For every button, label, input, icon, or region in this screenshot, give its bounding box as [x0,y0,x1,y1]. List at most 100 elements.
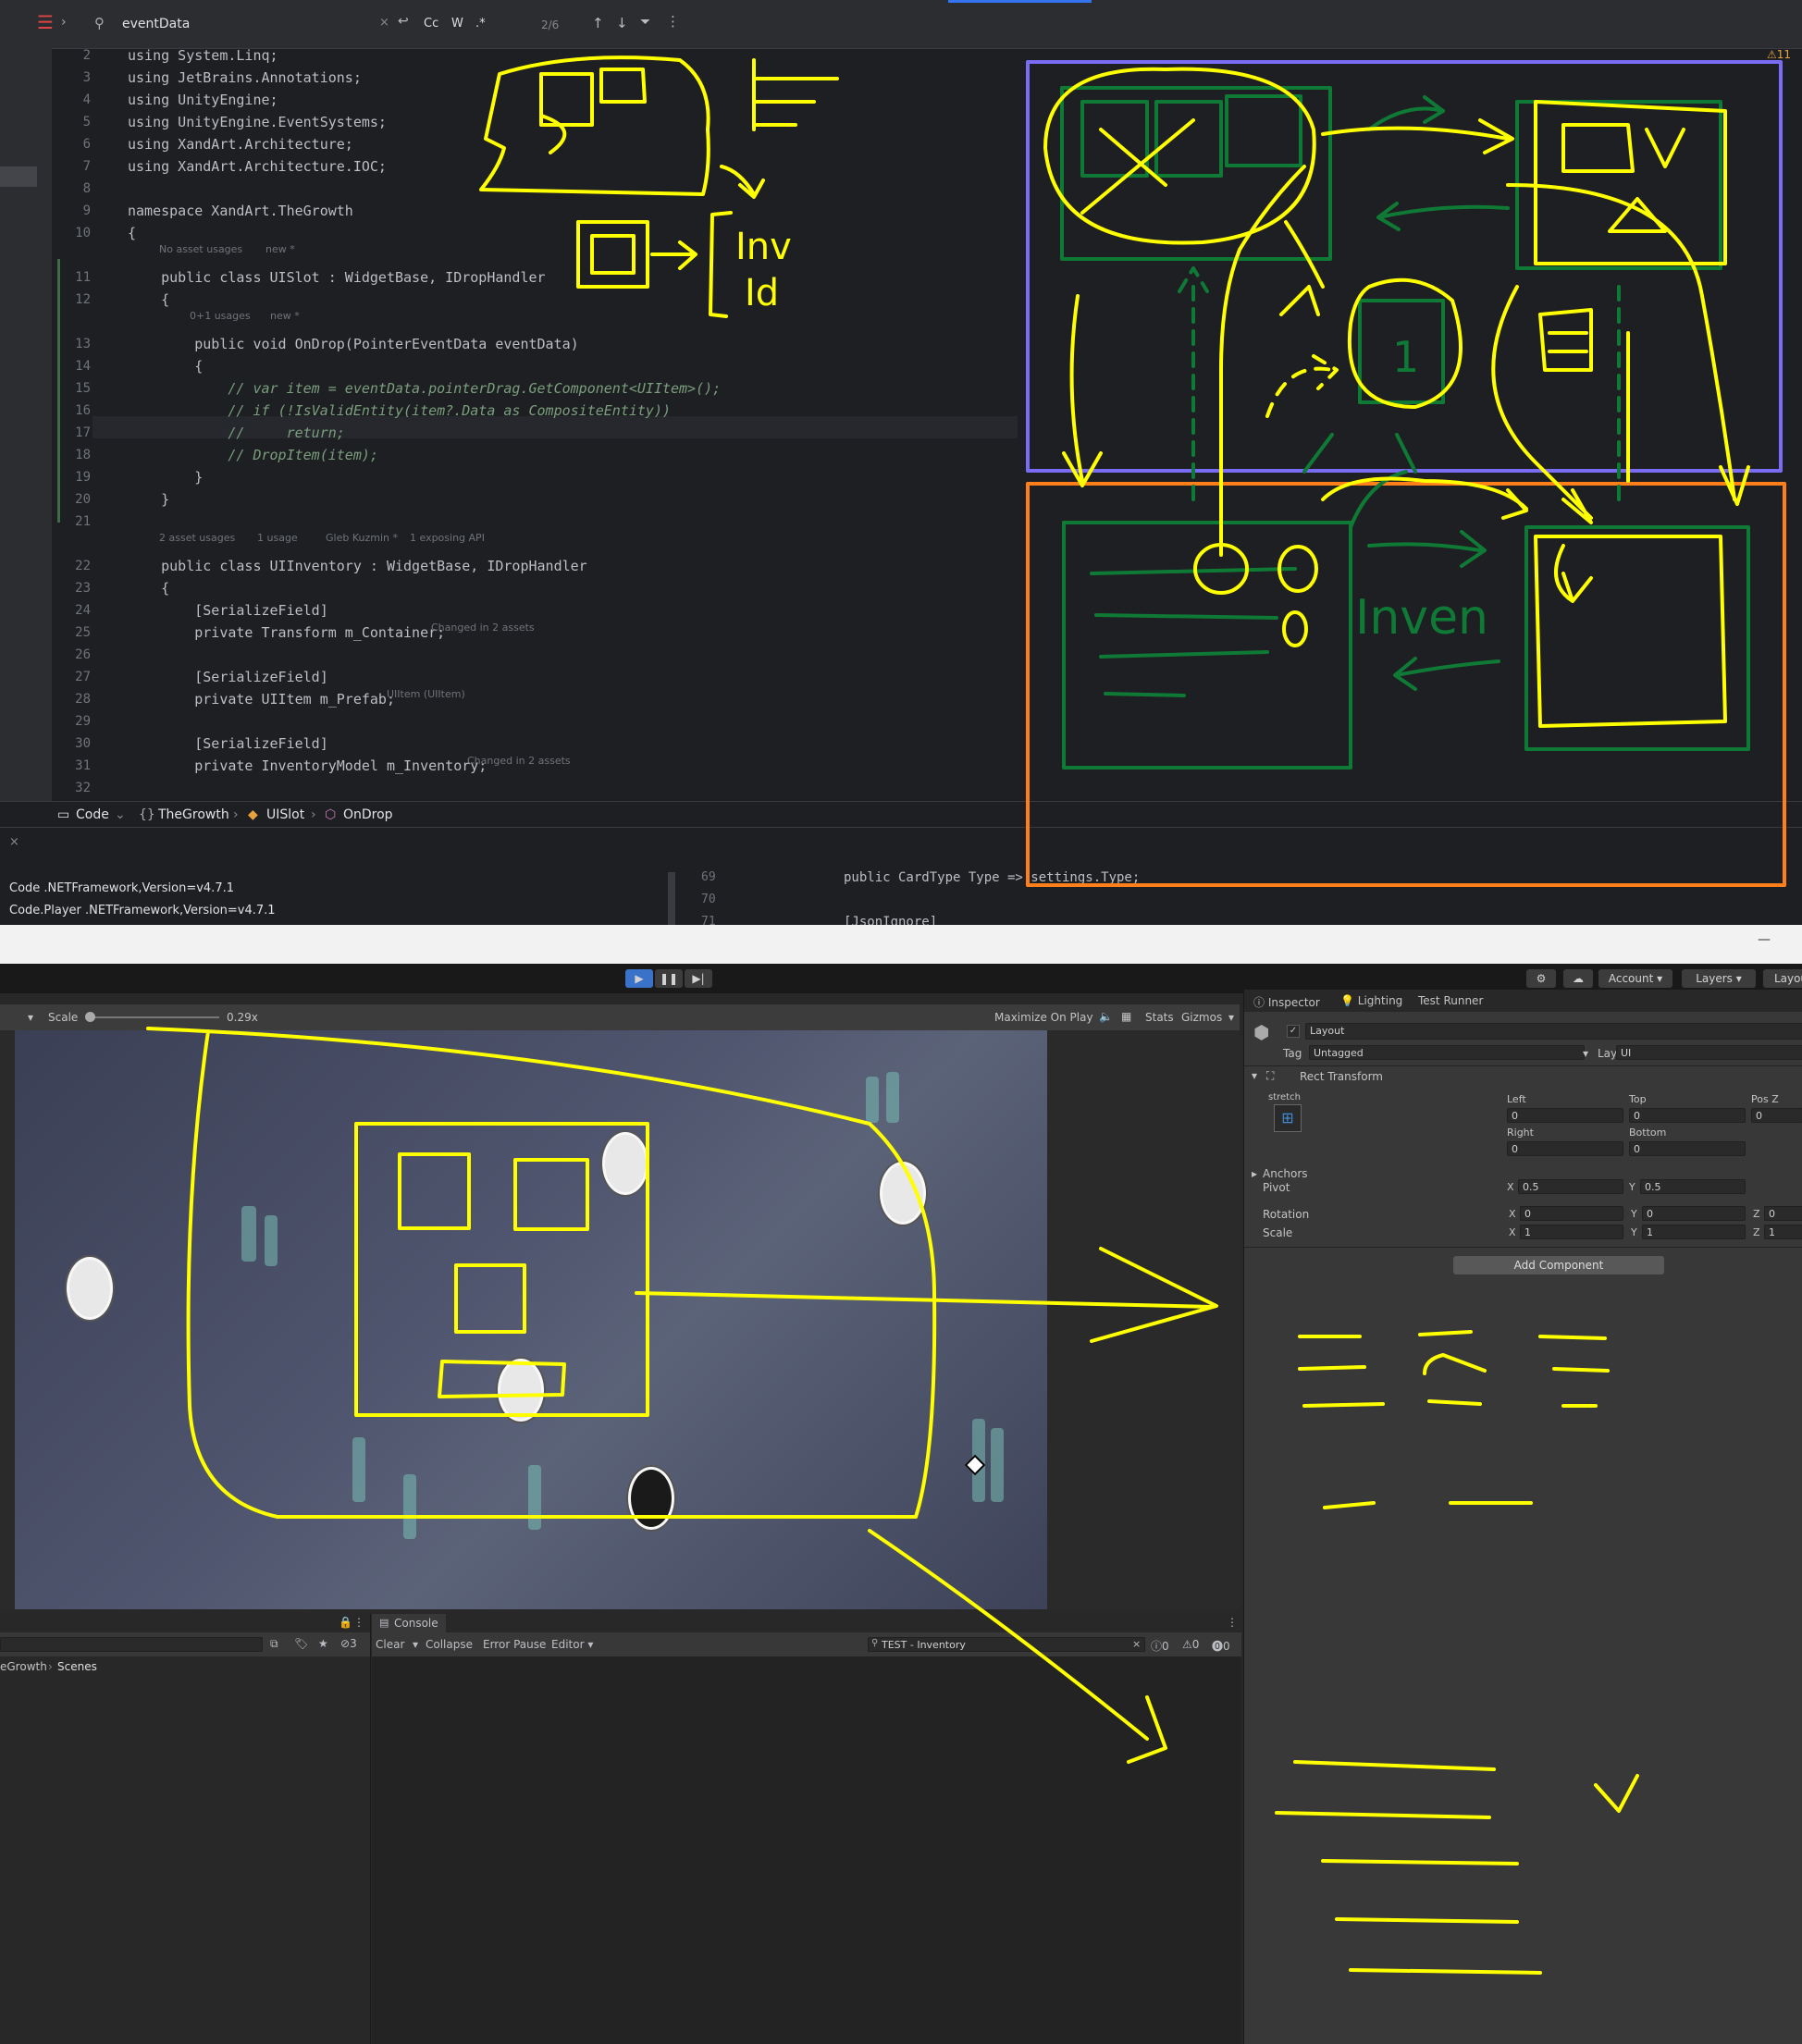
changed-assets-hint[interactable]: Changed in 2 assets [467,755,571,767]
author-hint[interactable]: Gleb Kuzmin * [326,532,398,544]
pivot-x-field[interactable]: 0.5 [1518,1179,1623,1194]
asset-usages-hint[interactable]: 2 asset usages [159,532,235,544]
code-line[interactable]: // if (!IsValidEntity(item?.Data as Comp… [128,402,671,419]
chevron-right-icon[interactable]: ▸ [1252,1167,1257,1180]
rotation-x-field[interactable]: 0 [1520,1206,1623,1221]
layer-dropdown[interactable]: UI [1616,1045,1802,1060]
project-item[interactable]: Code.Player .NETFramework,Version=v4.7.1 [9,904,276,917]
anchor-presets-button[interactable]: ⊞ [1274,1104,1302,1132]
code-line[interactable]: // var item = eventData.pointerDrag.GetC… [128,380,721,397]
undo-icon[interactable]: ↩ [398,14,409,29]
minimize-icon[interactable]: — [1758,932,1771,947]
usages-hint[interactable]: 1 usage [257,532,298,544]
step-button[interactable]: ▶| [685,969,712,988]
layout-dropdown[interactable]: Layou [1763,969,1802,988]
code-line[interactable]: // return; [128,425,344,441]
account-dropdown[interactable]: Account ▾ [1598,969,1672,988]
clear-search-icon[interactable]: × [379,16,389,30]
grid-icon[interactable]: ▦ [1121,1010,1131,1023]
character-portrait[interactable] [498,1359,544,1422]
code-line[interactable]: public class UISlot : WidgetBase, IDropH… [128,269,545,286]
lock-icon[interactable]: 🔒 [339,1616,352,1629]
find-input[interactable] [120,12,374,36]
right-field[interactable]: 0 [1507,1141,1623,1156]
scale-slider[interactable] [85,1012,219,1022]
changed-assets-hint[interactable]: Changed in 2 assets [431,622,535,634]
code-line[interactable]: using UnityEngine.EventSystems; [128,114,387,130]
code-line[interactable]: { [128,225,136,241]
menu-icon[interactable]: ☰ [37,11,54,33]
author-hint[interactable]: new * [265,243,295,255]
author-hint[interactable]: new * [270,310,300,322]
tab-inspector[interactable]: ⓘ Inspector [1253,994,1320,1010]
code-line[interactable]: private UIItem m_Prefab; [128,691,395,708]
code-line[interactable]: public void OnDrop(PointerEventData even… [128,336,578,352]
scale-x-field[interactable]: 1 [1520,1225,1623,1239]
console-search-input[interactable]: TEST - Inventory [868,1637,1145,1652]
breadcrumb-item[interactable]: Scenes [57,1660,97,1673]
next-match-icon[interactable]: ↓ [616,15,628,31]
api-hint[interactable]: 1 exposing API [410,532,485,544]
code-line[interactable]: [SerializeField] [128,602,328,619]
project-item[interactable]: Code .NETFramework,Version=v4.7.1 [9,881,234,895]
preview-code-line[interactable]: [JsonIgnore] [844,915,937,925]
warning-filter-toggle[interactable]: ⚠0 [1182,1638,1199,1651]
pause-button[interactable]: ❚❚ [655,969,683,988]
maximize-on-play-toggle[interactable]: Maximize On Play [994,1011,1093,1024]
character-portrait[interactable] [880,1162,926,1225]
breadcrumb-item[interactable]: eGrowth [0,1660,47,1673]
pivot-y-field[interactable]: 0.5 [1640,1179,1746,1194]
left-field[interactable]: 0 [1507,1108,1623,1123]
active-checkbox[interactable]: ✓ [1287,1025,1300,1038]
code-line[interactable]: using XandArt.Architecture; [128,136,353,153]
breadcrumb-item-code[interactable]: Code [76,807,109,822]
whole-word-toggle[interactable]: W [451,17,463,31]
tab-test-runner[interactable]: Test Runner [1418,994,1483,1007]
character-silhouette[interactable] [628,1467,674,1530]
code-line[interactable]: // DropItem(item); [128,447,378,463]
code-line[interactable]: [SerializeField] [128,735,328,752]
code-line[interactable]: { [128,291,169,308]
cloud-button[interactable]: ☁ [1563,969,1593,988]
code-line[interactable]: public class UIInventory : WidgetBase, I… [128,558,587,574]
editor-dropdown[interactable]: Editor ▾ [551,1638,593,1651]
anchors-foldout[interactable]: Anchors [1263,1167,1308,1180]
chevron-right-icon[interactable]: › [61,15,67,30]
code-line[interactable]: namespace XandArt.TheGrowth [128,203,353,219]
scale-z-field[interactable]: 1 [1764,1225,1802,1239]
chevron-down-icon[interactable]: ▾ [1583,1047,1588,1060]
character-portrait[interactable] [602,1132,648,1195]
filter-icon[interactable]: ⏷ [640,15,650,30]
rotation-y-field[interactable]: 0 [1642,1206,1746,1221]
chevron-down-icon[interactable]: ▾ [413,1638,418,1651]
collapse-toggle[interactable]: Collapse [426,1638,473,1651]
tab-lighting[interactable]: 💡 Lighting [1340,994,1402,1007]
code-line[interactable]: private InventoryModel m_Inventory; [128,757,487,774]
more-options-icon[interactable]: ⋮ [666,13,680,30]
usages-hint[interactable]: No asset usages [159,243,242,255]
code-line[interactable]: [SerializeField] [128,669,328,685]
star-icon[interactable]: ★ [318,1637,328,1650]
hidden-packages-toggle[interactable]: ⊘3 [340,1637,357,1650]
usages-hint[interactable]: 0+1 usages [190,310,251,322]
object-name-field[interactable]: Layout [1305,1023,1802,1040]
code-line[interactable]: } [128,469,203,486]
chevron-down-icon[interactable]: ▾ [1228,1011,1234,1024]
audio-icon[interactable]: 🔈 [1099,1010,1113,1023]
previous-match-icon[interactable]: ↑ [592,15,604,31]
clear-button[interactable]: Clear [376,1638,404,1651]
layers-dropdown[interactable]: Layers ▾ [1682,969,1756,988]
bottom-field[interactable]: 0 [1629,1141,1746,1156]
settings-button[interactable]: ⚙ [1526,969,1556,988]
code-line[interactable]: { [128,580,169,597]
breadcrumb-item-class[interactable]: UISlot [266,807,304,822]
add-component-button[interactable]: Add Component [1453,1256,1664,1274]
code-line[interactable]: { [128,358,203,375]
match-case-toggle[interactable]: Cc [424,17,438,31]
clear-search-icon[interactable]: × [1132,1638,1141,1650]
more-options-icon[interactable]: ⋮ [353,1616,364,1629]
more-options-icon[interactable]: ⋮ [1227,1616,1238,1629]
stats-toggle[interactable]: Stats [1145,1011,1174,1024]
gizmos-toggle[interactable]: Gizmos [1181,1011,1222,1024]
play-button[interactable]: ▶ [625,969,653,988]
